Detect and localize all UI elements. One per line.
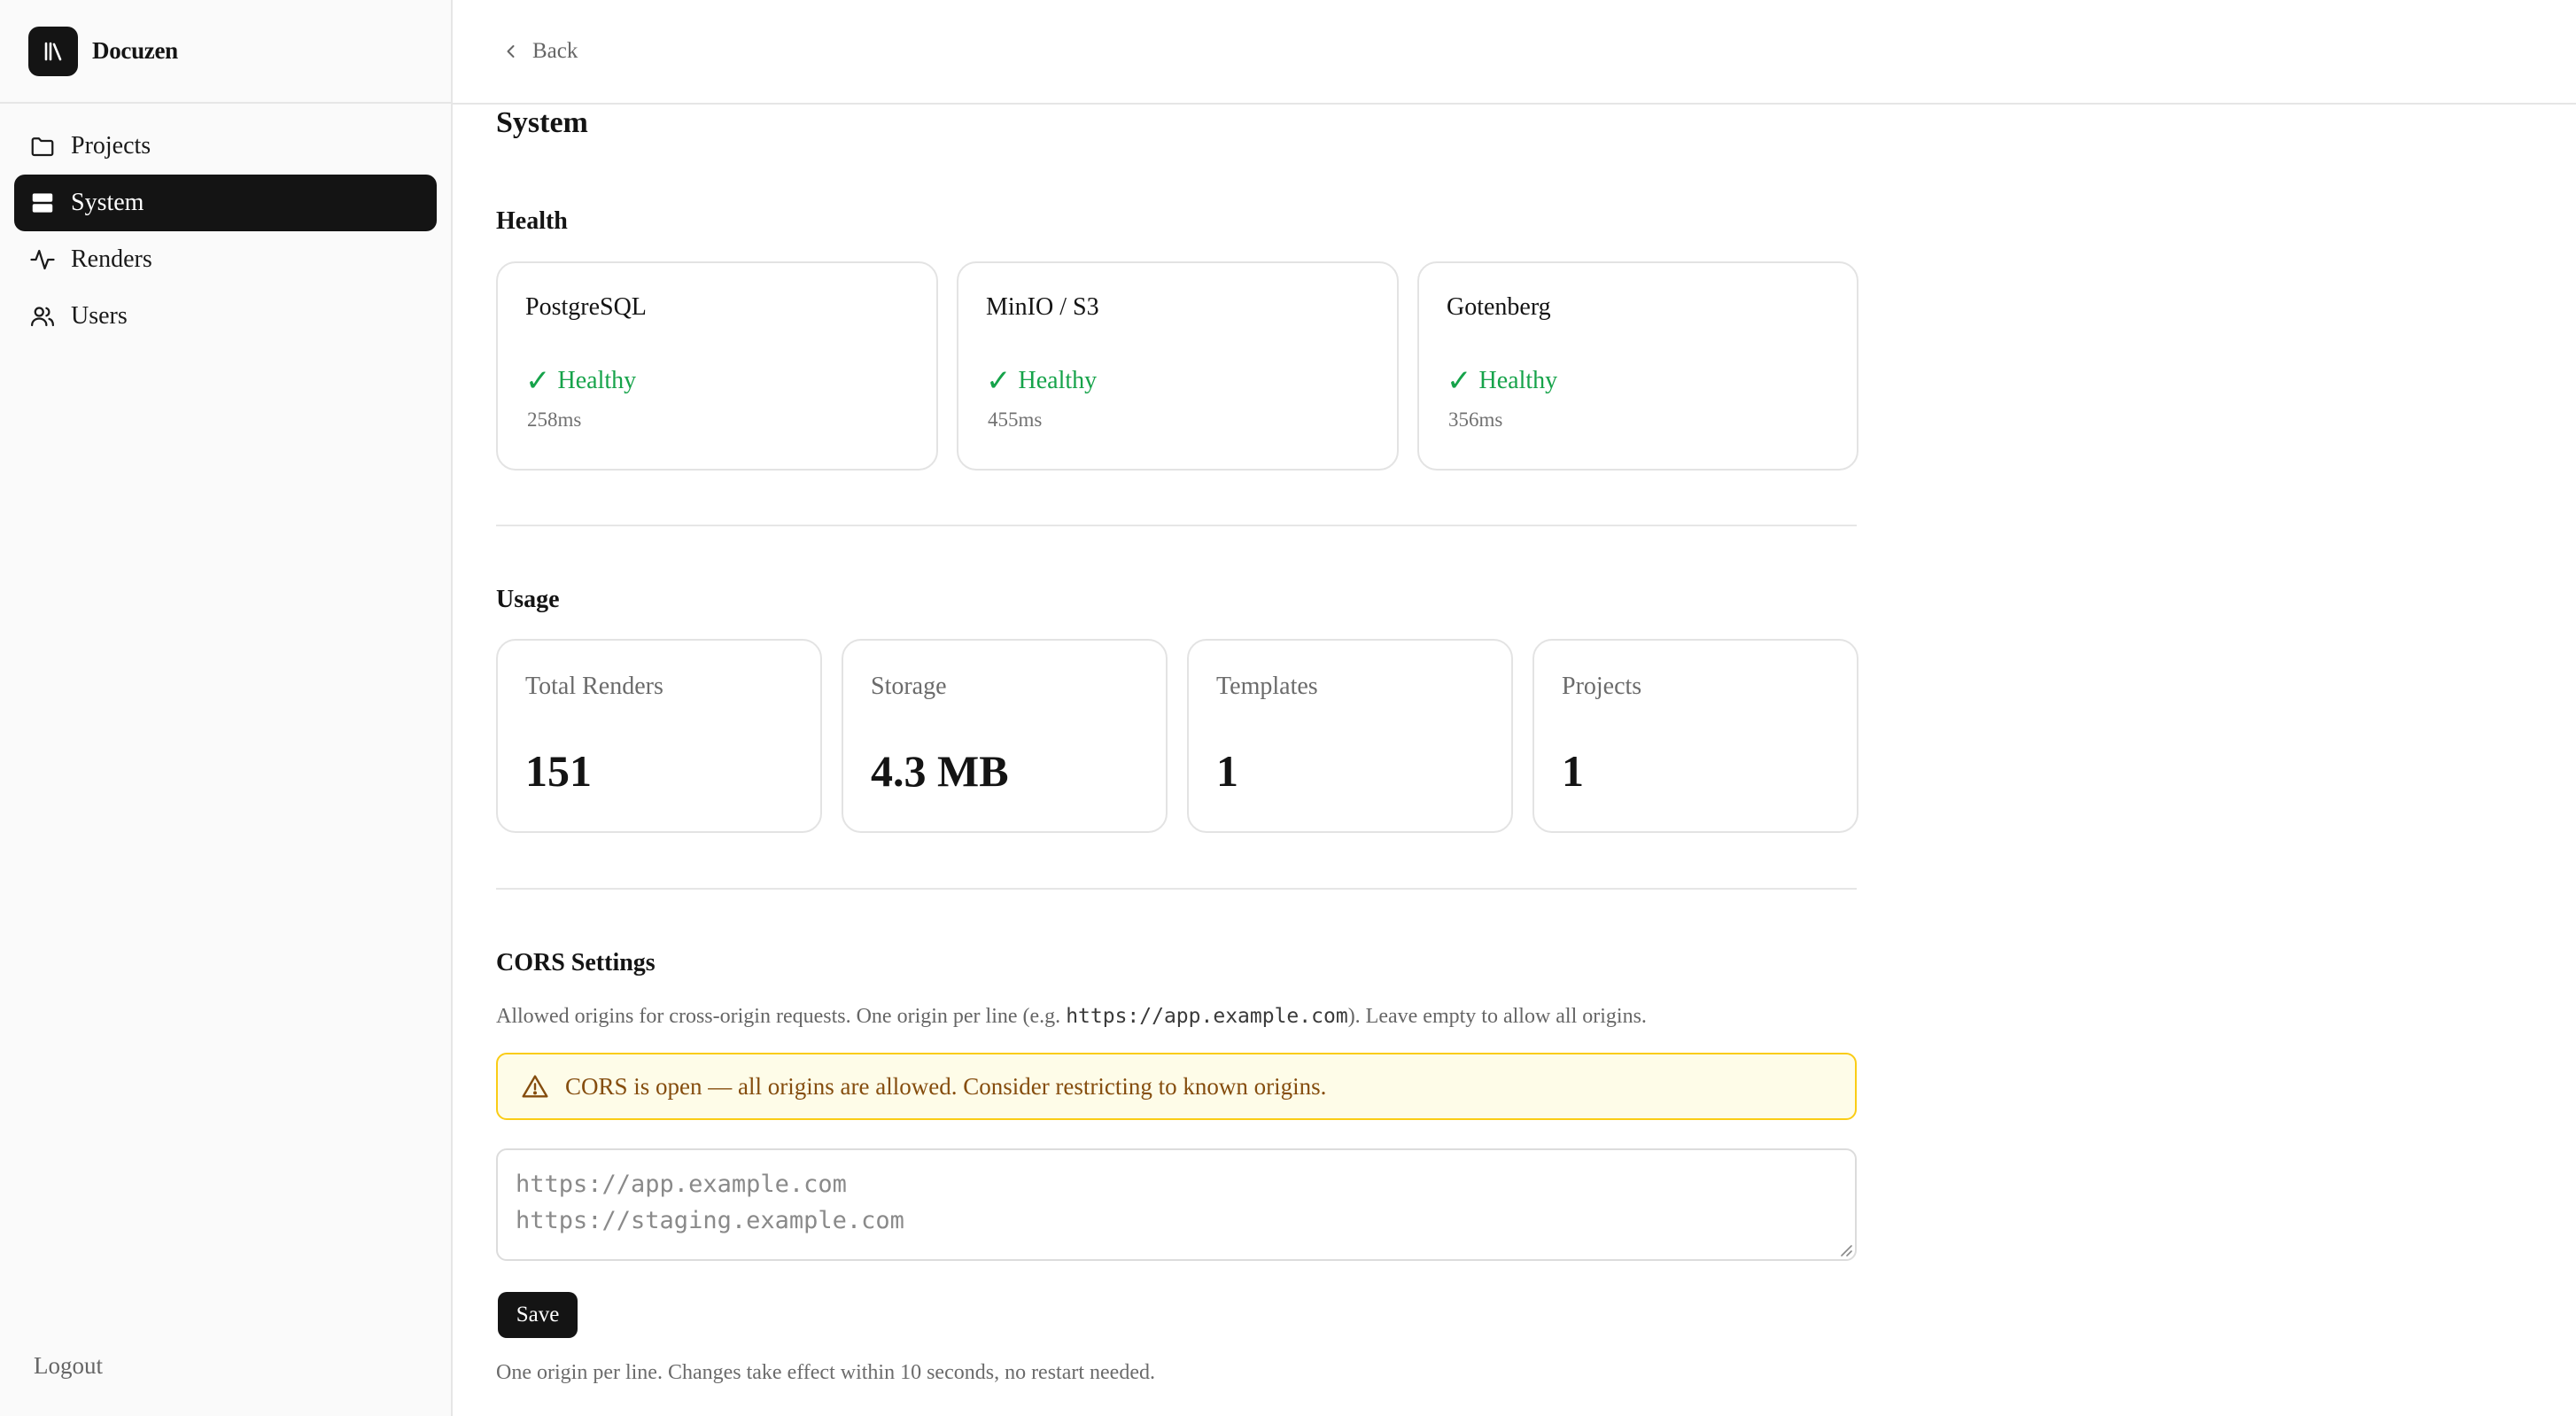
- cors-example-origin: https://app.example.com: [1066, 1005, 1348, 1028]
- stat-label: Projects: [1562, 673, 1642, 700]
- section-divider: [496, 888, 1857, 890]
- latency-value: 258ms: [527, 408, 582, 431]
- cors-description-text: ). Leave empty to allow all origins.: [1347, 1005, 1647, 1028]
- sidebar-item-renders[interactable]: Renders: [14, 231, 437, 288]
- service-name: PostgreSQL: [525, 293, 647, 321]
- top-bar: Back: [453, 0, 2576, 105]
- stat-value: 4.3 MB: [871, 746, 1009, 796]
- status-badge: ✓ Healthy: [525, 366, 636, 396]
- health-card-postgresql: PostgreSQL ✓ Healthy 258ms: [496, 261, 938, 471]
- status-badge: ✓ Healthy: [1447, 366, 1557, 396]
- sidebar-nav: Projects System Renders Users: [0, 104, 451, 345]
- check-icon: ✓: [1447, 363, 1472, 399]
- save-button[interactable]: Save: [498, 1292, 578, 1338]
- stat-label: Templates: [1216, 673, 1318, 700]
- status-text: Healthy: [1478, 367, 1558, 394]
- stat-label: Storage: [871, 673, 947, 700]
- check-icon: ✓: [525, 363, 551, 399]
- sidebar-item-users[interactable]: Users: [14, 288, 437, 345]
- latency-value: 356ms: [1448, 408, 1503, 431]
- status-text: Healthy: [1018, 367, 1098, 394]
- logout-button[interactable]: Logout: [34, 1352, 103, 1380]
- sidebar-item-label: Projects: [71, 132, 151, 159]
- cors-warning-alert: CORS is open — all origins are allowed. …: [496, 1053, 1857, 1120]
- sidebar-item-label: System: [71, 189, 144, 216]
- sidebar-item-label: Users: [71, 302, 128, 330]
- status-text: Healthy: [557, 367, 637, 394]
- latency-value: 455ms: [988, 408, 1043, 431]
- service-name: Gotenberg: [1447, 293, 1551, 321]
- warning-triangle-icon: [521, 1072, 549, 1101]
- resize-handle-icon[interactable]: [1838, 1242, 1852, 1257]
- stat-value: 1: [1562, 746, 1584, 796]
- activity-icon: [28, 245, 57, 274]
- stat-card-storage: Storage 4.3 MB: [842, 639, 1168, 833]
- stat-value: 1: [1216, 746, 1238, 796]
- service-name: MinIO / S3: [986, 293, 1099, 321]
- check-icon: ✓: [986, 363, 1012, 399]
- cors-description: Allowed origins for cross-origin request…: [496, 1005, 1647, 1029]
- health-section-title: Health: [496, 207, 568, 235]
- stat-card-total-renders: Total Renders 151: [496, 639, 822, 833]
- brand-name: Docuzen: [92, 37, 178, 64]
- stat-value: 151: [525, 746, 592, 796]
- page-title: System: [496, 106, 588, 139]
- usage-section-title: Usage: [496, 586, 560, 613]
- section-divider: [496, 525, 1857, 526]
- warning-text: CORS is open — all origins are allowed. …: [565, 1072, 1327, 1100]
- sidebar: Docuzen Projects System Renders Users Lo…: [0, 0, 453, 1416]
- sidebar-item-system[interactable]: System: [14, 175, 437, 231]
- folder-icon: [28, 132, 57, 160]
- brand[interactable]: Docuzen: [0, 0, 451, 104]
- cors-origins-textarea[interactable]: [496, 1148, 1857, 1261]
- status-badge: ✓ Healthy: [986, 366, 1097, 396]
- stat-card-projects: Projects 1: [1532, 639, 1858, 833]
- back-button[interactable]: Back: [502, 39, 578, 64]
- health-card-minio: MinIO / S3 ✓ Healthy 455ms: [957, 261, 1399, 471]
- chevron-left-icon: [502, 43, 520, 60]
- back-label: Back: [532, 39, 578, 63]
- stat-label: Total Renders: [525, 673, 663, 700]
- health-card-gotenberg: Gotenberg ✓ Healthy 356ms: [1417, 261, 1858, 471]
- cors-hint: One origin per line. Changes take effect…: [496, 1361, 1155, 1384]
- sidebar-item-label: Renders: [71, 245, 152, 273]
- cors-section-title: CORS Settings: [496, 949, 656, 976]
- users-icon: [28, 302, 57, 331]
- app-root: Docuzen Projects System Renders Users Lo…: [0, 0, 2576, 1416]
- cors-description-text: Allowed origins for cross-origin request…: [496, 1005, 1067, 1028]
- sidebar-item-projects[interactable]: Projects: [14, 118, 437, 175]
- stat-card-templates: Templates 1: [1187, 639, 1513, 833]
- server-icon: [28, 189, 57, 217]
- brand-logo-icon: [28, 26, 78, 76]
